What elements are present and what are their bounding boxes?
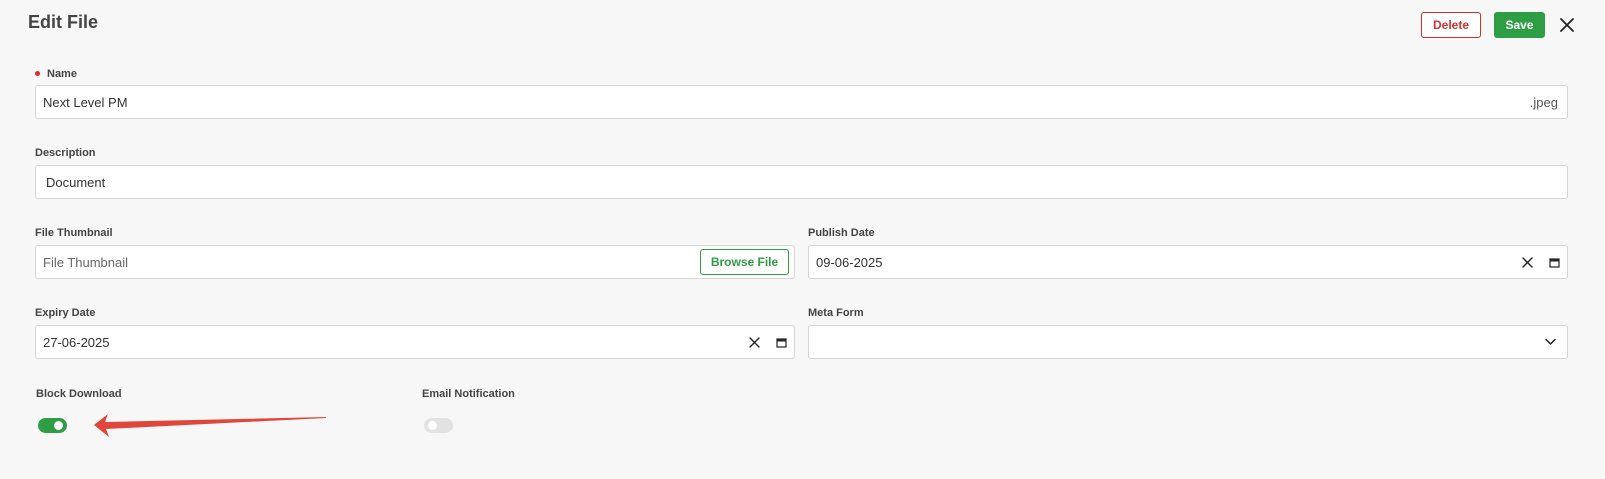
- publish-date-field: [808, 245, 1568, 279]
- page-title: Edit File: [28, 12, 99, 32]
- expiry-date-field: [35, 325, 795, 359]
- save-button[interactable]: Save: [1494, 12, 1545, 38]
- file-thumbnail-label: File Thumbnail: [35, 227, 113, 239]
- description-input[interactable]: [36, 166, 1567, 198]
- file-extension-suffix: .jpeg: [1529, 95, 1558, 110]
- publish-date-label: Publish Date: [808, 227, 875, 239]
- file-thumbnail-field: Browse File: [35, 245, 795, 279]
- delete-button[interactable]: Delete: [1421, 12, 1481, 38]
- required-indicator: [35, 70, 40, 76]
- clear-icon: [1521, 256, 1533, 268]
- name-label: Name: [35, 68, 77, 80]
- calendar-icon: [1548, 257, 1560, 268]
- expiry-date-input[interactable]: [36, 326, 726, 358]
- clear-expiry-date-button[interactable]: [746, 334, 762, 350]
- description-field: [35, 165, 1568, 199]
- description-label: Description: [35, 147, 96, 159]
- name-input[interactable]: [36, 86, 1496, 118]
- close-icon: [1560, 18, 1574, 32]
- chevron-down-icon: [1544, 338, 1556, 345]
- block-download-label: Block Download: [36, 388, 122, 400]
- meta-form-dropdown-toggle[interactable]: [1542, 334, 1558, 350]
- email-notification-toggle[interactable]: [424, 418, 453, 433]
- clear-publish-date-button[interactable]: [1519, 254, 1535, 270]
- meta-form-select[interactable]: [808, 325, 1568, 359]
- name-label-text: Name: [47, 68, 77, 80]
- block-download-toggle[interactable]: [38, 418, 67, 433]
- file-thumbnail-input[interactable]: [36, 246, 686, 278]
- email-notification-label: Email Notification: [422, 388, 515, 400]
- clear-icon: [748, 336, 760, 348]
- publish-date-calendar-button[interactable]: [1546, 254, 1562, 270]
- calendar-icon: [775, 337, 787, 348]
- meta-form-label: Meta Form: [808, 307, 864, 319]
- annotation-arrow-icon: [94, 414, 326, 437]
- expiry-date-label: Expiry Date: [35, 307, 96, 319]
- publish-date-input[interactable]: [809, 246, 1499, 278]
- close-button[interactable]: [1556, 14, 1578, 36]
- browse-file-button[interactable]: Browse File: [700, 249, 789, 275]
- name-field: .jpeg: [35, 85, 1568, 119]
- toggle-knob: [54, 421, 63, 430]
- toggle-knob: [428, 421, 437, 430]
- expiry-date-calendar-button[interactable]: [773, 334, 789, 350]
